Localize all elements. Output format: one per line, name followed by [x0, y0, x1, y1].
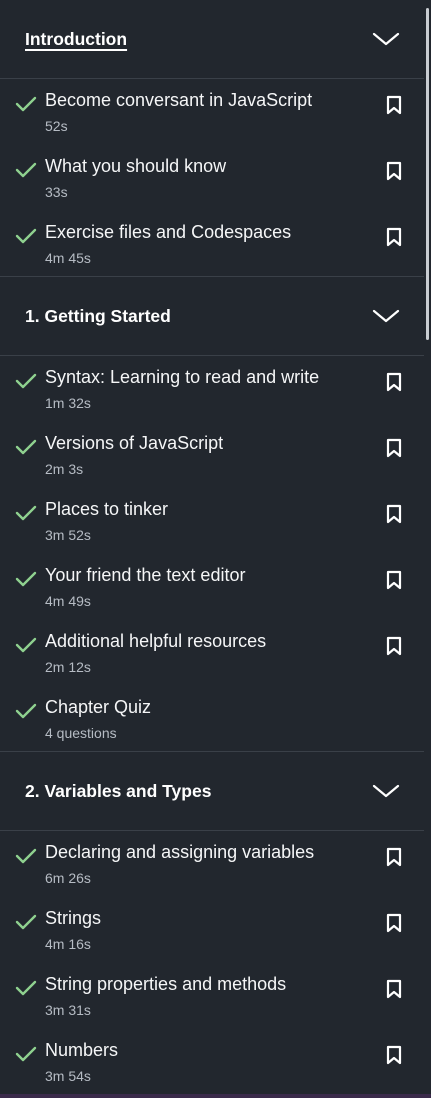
item-title: Declaring and assigning variables — [45, 842, 315, 862]
bookmark-icon[interactable] — [386, 372, 402, 397]
check-icon — [14, 95, 38, 118]
item-title: What you should know — [45, 156, 227, 176]
section-title: 2. Variables and Types — [25, 780, 212, 801]
bottom-edge — [0, 1094, 431, 1098]
bookmark-icon[interactable] — [386, 979, 402, 1004]
chevron-down-icon[interactable] — [372, 31, 400, 47]
item-question-count: 4 questions — [45, 725, 117, 741]
bookmark-icon[interactable] — [386, 913, 402, 938]
item-title: Become conversant in JavaScript — [45, 90, 313, 110]
item-title: Syntax: Learning to read and write — [45, 367, 320, 387]
list-item[interactable]: Declaring and assigning variables 6m 26s — [0, 831, 424, 897]
section-header-introduction[interactable]: Introduction — [0, 0, 424, 79]
course-contents-panel: Introduction Become conversant in JavaSc… — [0, 0, 431, 1098]
item-title: String properties and methods — [45, 974, 287, 994]
item-title: Places to tinker — [45, 499, 169, 519]
chevron-down-icon[interactable] — [372, 308, 400, 324]
list-item[interactable]: Strings 4m 16s — [0, 897, 424, 963]
item-duration: 3m 52s — [45, 527, 91, 543]
item-duration: 3m 54s — [45, 1068, 91, 1084]
list-item[interactable]: Places to tinker 3m 52s — [0, 488, 424, 554]
bookmark-icon[interactable] — [386, 161, 402, 186]
item-duration: 2m 3s — [45, 461, 84, 477]
item-title: Your friend the text editor — [45, 565, 246, 585]
section-title: Introduction — [25, 28, 128, 49]
item-title: Chapter Quiz — [45, 697, 152, 717]
list-item[interactable]: Versions of JavaScript 2m 3s — [0, 422, 424, 488]
section-title: 1. Getting Started — [25, 305, 171, 326]
check-icon — [14, 438, 38, 461]
item-duration: 4m 45s — [45, 250, 91, 266]
check-icon — [14, 913, 38, 936]
list-item[interactable]: Syntax: Learning to read and write 1m 32… — [0, 356, 424, 422]
item-duration: 52s — [45, 118, 68, 134]
check-icon — [14, 570, 38, 593]
chevron-down-icon[interactable] — [372, 783, 400, 799]
check-icon — [14, 636, 38, 659]
table-of-contents: Introduction Become conversant in JavaSc… — [0, 0, 424, 1095]
check-icon — [14, 847, 38, 870]
bookmark-icon[interactable] — [386, 438, 402, 463]
item-title: Strings — [45, 908, 102, 928]
item-title: Numbers — [45, 1040, 119, 1060]
bookmark-icon[interactable] — [386, 847, 402, 872]
section-header-getting-started[interactable]: 1. Getting Started — [0, 277, 424, 356]
bookmark-icon[interactable] — [386, 636, 402, 661]
scrollbar[interactable] — [426, 8, 429, 340]
list-item[interactable]: Your friend the text editor 4m 49s — [0, 554, 424, 620]
bookmark-icon[interactable] — [386, 95, 402, 120]
bookmark-icon[interactable] — [386, 570, 402, 595]
check-icon — [14, 372, 38, 395]
item-duration: 3m 31s — [45, 1002, 91, 1018]
check-icon — [14, 227, 38, 250]
bookmark-icon[interactable] — [386, 227, 402, 252]
item-title: Additional helpful resources — [45, 631, 267, 651]
item-title: Versions of JavaScript — [45, 433, 224, 453]
list-item[interactable]: Numbers 3m 54s — [0, 1029, 424, 1095]
item-duration: 6m 26s — [45, 870, 91, 886]
list-item[interactable]: Become conversant in JavaScript 52s — [0, 79, 424, 145]
item-duration: 1m 32s — [45, 395, 91, 411]
item-duration: 4m 49s — [45, 593, 91, 609]
check-icon — [14, 1045, 38, 1068]
item-duration: 2m 12s — [45, 659, 91, 675]
list-item[interactable]: String properties and methods 3m 31s — [0, 963, 424, 1029]
list-item[interactable]: Additional helpful resources 2m 12s — [0, 620, 424, 686]
section-header-variables-and-types[interactable]: 2. Variables and Types — [0, 752, 424, 831]
list-item[interactable]: Exercise files and Codespaces 4m 45s — [0, 211, 424, 277]
bookmark-icon[interactable] — [386, 504, 402, 529]
check-icon — [14, 504, 38, 527]
list-item[interactable]: What you should know 33s — [0, 145, 424, 211]
item-duration: 4m 16s — [45, 936, 91, 952]
check-icon — [14, 702, 38, 725]
check-icon — [14, 161, 38, 184]
list-item-chapter-quiz[interactable]: Chapter Quiz 4 questions — [0, 686, 424, 752]
item-title: Exercise files and Codespaces — [45, 222, 292, 242]
item-duration: 33s — [45, 184, 68, 200]
bookmark-icon[interactable] — [386, 1045, 402, 1070]
check-icon — [14, 979, 38, 1002]
